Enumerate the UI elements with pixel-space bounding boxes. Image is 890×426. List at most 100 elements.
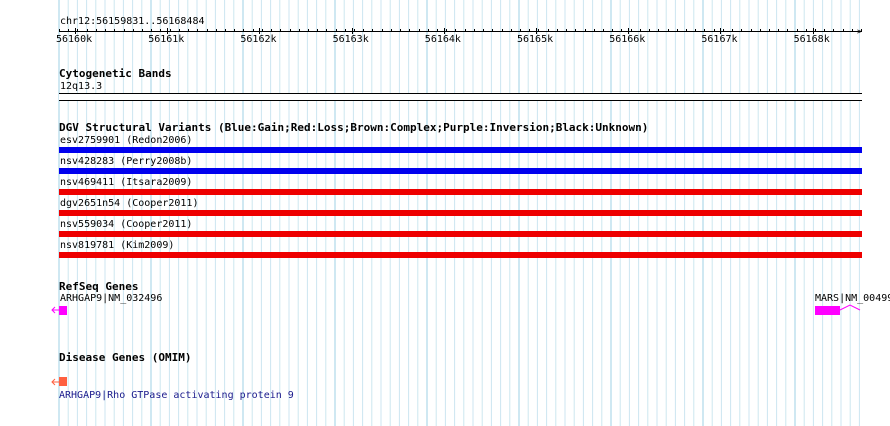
cytoband-track-title: Cytogenetic Bands xyxy=(59,67,172,80)
ruler-minor-tick xyxy=(234,29,236,32)
ruler-minor-tick xyxy=(400,29,402,32)
ruler-minor-tick xyxy=(206,29,208,32)
region-label: chr12:56159831..56168484 xyxy=(60,16,205,27)
dgv-track-title: DGV Structural Variants (Blue:Gain;Red:L… xyxy=(59,121,649,134)
variant-bar-gain[interactable] xyxy=(59,147,862,153)
ruler-minor-tick xyxy=(778,29,780,32)
disease-gene-block xyxy=(59,377,67,386)
ruler-tick-label: 56167k xyxy=(701,34,738,45)
ruler-minor-tick xyxy=(851,29,853,32)
ruler-minor-tick xyxy=(105,29,107,32)
ruler-tick-label: 56166k xyxy=(609,34,646,45)
ruler-minor-tick xyxy=(252,29,254,32)
variant-label[interactable]: nsv469411 (Itsara2009) xyxy=(60,177,192,188)
ruler-minor-tick xyxy=(704,29,706,32)
ruler-minor-tick xyxy=(805,29,807,32)
variant-label[interactable]: nsv559034 (Cooper2011) xyxy=(60,219,192,230)
variant-bar-loss[interactable] xyxy=(59,231,862,237)
ruler-minor-tick xyxy=(547,29,549,32)
disease-gene-glyphs[interactable] xyxy=(0,372,100,392)
ruler-minor-tick xyxy=(658,29,660,32)
ruler-minor-tick xyxy=(649,29,651,32)
ruler-minor-tick xyxy=(593,29,595,32)
ruler-minor-tick xyxy=(372,29,374,32)
ruler-minor-tick xyxy=(741,29,743,32)
ruler-minor-tick xyxy=(446,29,448,32)
ruler-minor-tick xyxy=(483,29,485,32)
gene-exon-left xyxy=(59,306,67,315)
ruler-minor-tick xyxy=(713,29,715,32)
ruler-minor-tick xyxy=(833,29,835,32)
ruler-minor-tick xyxy=(529,29,531,32)
ruler-minor-tick xyxy=(473,29,475,32)
ruler-minor-tick xyxy=(151,29,153,32)
ruler-minor-tick xyxy=(86,29,88,32)
disease-track-title: Disease Genes (OMIM) xyxy=(59,351,192,364)
ruler-tick-label: 56162k xyxy=(240,34,277,45)
ruler-tick-label: 56164k xyxy=(424,34,461,45)
disease-gene-link[interactable]: ARHGAP9|Rho GTPase activating protein 9 xyxy=(59,390,294,401)
ruler-minor-tick xyxy=(685,29,687,32)
variant-label[interactable]: nsv428283 (Perry2008b) xyxy=(60,156,192,167)
ruler-minor-tick xyxy=(612,29,614,32)
ruler-minor-tick xyxy=(787,29,789,32)
ruler-minor-tick xyxy=(326,29,328,32)
ruler-minor-tick xyxy=(455,29,457,32)
ruler-minor-tick xyxy=(188,29,190,32)
refseq-gene-glyphs[interactable] xyxy=(0,300,890,320)
ruler-minor-tick xyxy=(695,29,697,32)
variant-label[interactable]: dgv2651n54 (Cooper2011) xyxy=(60,198,198,209)
cytoband-bar[interactable] xyxy=(59,93,862,101)
ruler-tick-label: 56165k xyxy=(517,34,554,45)
ruler-minor-tick xyxy=(409,29,411,32)
ruler-minor-tick xyxy=(363,29,365,32)
ruler-end-arrow: > xyxy=(857,27,862,36)
ruler-minor-tick xyxy=(427,29,429,32)
ruler-minor-tick xyxy=(95,29,97,32)
variant-bar-gain[interactable] xyxy=(59,168,862,174)
gene-exon-right xyxy=(815,306,840,315)
ruler-minor-tick xyxy=(621,29,623,32)
cytoband-label[interactable]: 12q13.3 xyxy=(60,81,102,92)
ruler-minor-tick xyxy=(68,29,70,32)
ruler-tick-label: 56168k xyxy=(793,34,830,45)
ruler-minor-tick xyxy=(510,29,512,32)
ruler-minor-tick xyxy=(676,29,678,32)
variant-bar-loss[interactable] xyxy=(59,252,862,258)
ruler-minor-tick xyxy=(639,29,641,32)
ruler-minor-tick xyxy=(289,29,291,32)
ruler-minor-tick xyxy=(381,29,383,32)
ruler-minor-tick xyxy=(160,29,162,32)
ruler-minor-tick xyxy=(520,29,521,32)
ruler-minor-tick xyxy=(298,29,300,32)
ruler-minor-tick xyxy=(132,29,134,32)
ruler-minor-tick xyxy=(141,29,143,32)
variant-bar-loss[interactable] xyxy=(59,210,862,216)
ruler-minor-tick xyxy=(492,29,494,32)
variant-label[interactable]: nsv819781 (Kim2009) xyxy=(60,240,174,251)
ruler-minor-tick xyxy=(602,29,604,32)
ruler-minor-tick xyxy=(667,29,669,32)
ruler-minor-tick xyxy=(114,29,116,32)
ruler-minor-tick xyxy=(123,29,125,32)
ruler-tick-label: 56163k xyxy=(332,34,369,45)
ruler-minor-tick xyxy=(630,29,632,32)
ruler-minor-tick xyxy=(732,29,734,32)
ruler-minor-tick xyxy=(842,29,844,32)
ruler-minor-tick xyxy=(307,29,309,32)
ruler-minor-tick xyxy=(215,29,217,32)
variant-bar-loss[interactable] xyxy=(59,189,862,195)
variant-label[interactable]: esv2759901 (Redon2006) xyxy=(60,135,192,146)
ruler-minor-tick xyxy=(280,29,282,32)
ruler-minor-tick xyxy=(224,29,226,32)
ruler-minor-tick xyxy=(501,29,503,32)
ruler-minor-tick xyxy=(759,29,761,32)
ruler-minor-tick xyxy=(575,29,577,32)
ruler-minor-tick xyxy=(59,29,60,32)
ruler-minor-tick xyxy=(271,29,273,32)
ruler-tick-label: 56160k xyxy=(56,34,93,45)
ruler-minor-tick xyxy=(815,29,817,32)
ruler-minor-tick xyxy=(768,29,770,32)
ruler-tick-label: 56161k xyxy=(148,34,185,45)
ruler-minor-tick xyxy=(178,29,180,32)
